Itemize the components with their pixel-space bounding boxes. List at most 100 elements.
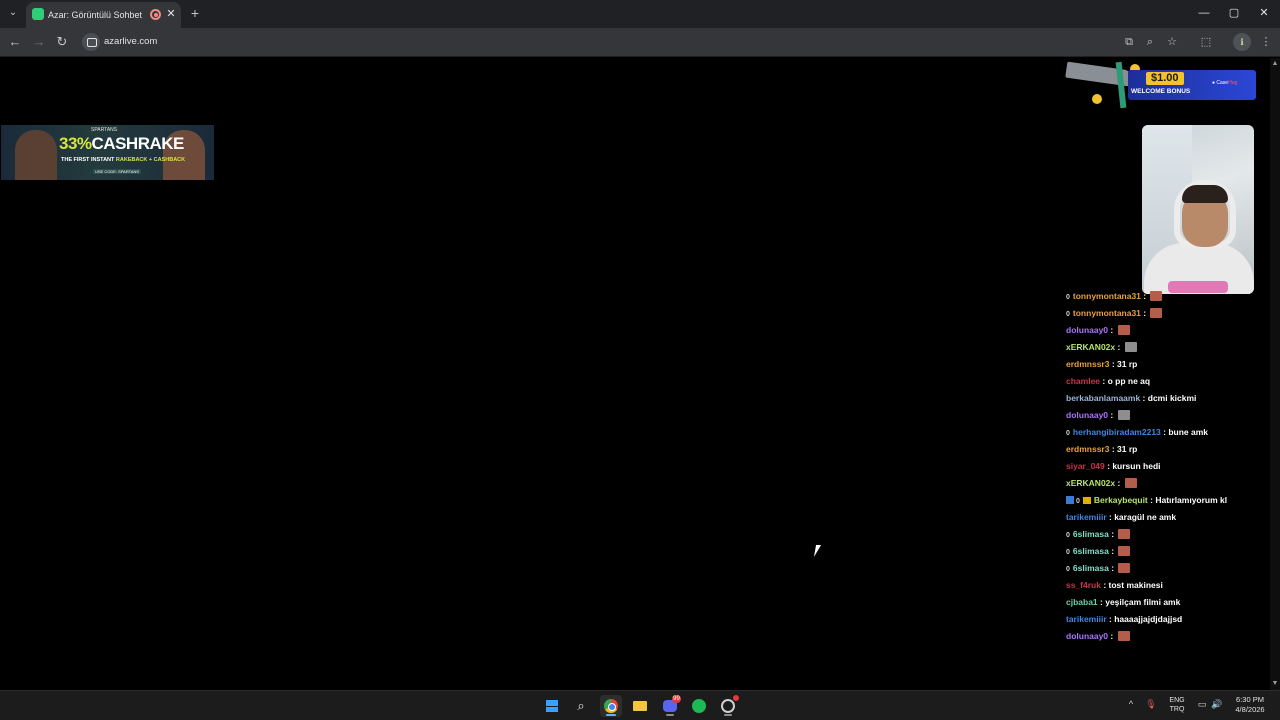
zoom-icon[interactable]: ⌕ [1143,35,1157,49]
maximize-button[interactable]: ▢ [1227,6,1241,20]
chat-overlay: 0 tonnymontana31 : 0 tonnymontana31 : dolu… [1066,290,1266,642]
chat-username[interactable]: 6slimasa [1073,546,1109,556]
tab-close-button[interactable]: ✕ [165,8,177,20]
chat-username[interactable]: ss_f4ruk [1066,580,1101,590]
fighter-left-image [15,130,57,180]
chat-username[interactable]: herhangibiradam2213 [1073,427,1161,437]
chat-username[interactable]: 6slimasa [1073,529,1109,539]
volume-icon[interactable]: 🔊 [1211,699,1223,710]
network-icon[interactable]: ▭ [1196,699,1208,710]
extensions-icon[interactable]: ⬚ [1199,35,1213,49]
tab-azar[interactable]: Azar: Görüntülü Sohbet & Y ✕ [26,2,181,28]
taskbar-discord[interactable]: 99 [659,695,681,717]
cashrake-ad-banner[interactable]: SPARTANS 33%CASHRAKE THE FIRST INSTANT R… [1,125,214,180]
taskbar-app[interactable] [717,695,739,717]
chat-text: 31 rp [1117,444,1138,454]
welcome-bonus-ad-banner[interactable]: $1.00 WELCOME BONUS ● CaseHug [1065,61,1258,110]
browser-menu-icon[interactable]: ⋮ [1259,35,1273,49]
chat-message: 0 6slimasa : [1066,528,1266,545]
chat-message: dolunaay0 : [1066,630,1266,642]
keyboard-layout: TRQ [1169,706,1185,713]
chat-emote-icon [1124,478,1137,488]
chat-badge: 0 [1066,294,1070,301]
chat-emote-icon [1117,325,1130,335]
system-clock[interactable]: 6:30 PM 4/8/2026 [1228,695,1272,715]
tab-list-button[interactable]: ⌄ [6,6,20,20]
start-button[interactable] [541,695,563,717]
chat-message: cjbaba1 : yeşilçam filmi amk [1066,596,1266,613]
chat-username[interactable]: Berkaybequit [1094,495,1148,505]
language-indicator[interactable]: ENG TRQ [1167,696,1187,714]
chat-separator: : [1108,410,1116,420]
chat-separator: : [1140,393,1148,403]
folder-icon [633,701,647,711]
chat-username[interactable]: dolunaay0 [1066,325,1108,335]
tab-title: Azar: Görüntülü Sohbet & Y [48,10,144,20]
new-tab-button[interactable]: + [188,6,202,20]
chat-username[interactable]: tonnymontana31 [1073,291,1141,301]
notification-dot [733,695,739,701]
chat-text: haaaajjajdjdajjsd [1114,614,1183,624]
reload-button[interactable]: ↻ [55,35,69,49]
chat-text: tost makinesi [1108,580,1163,590]
chat-username[interactable]: 6slimasa [1073,563,1109,573]
chat-separator: : [1108,529,1117,539]
search-icon: ⌕ [577,698,585,713]
bonus-panel: $1.00 WELCOME BONUS ● CaseHug [1128,70,1256,100]
taskbar-spotify[interactable] [688,695,710,717]
address-bar[interactable]: azarlive.com [104,35,157,49]
chat-username[interactable]: erdmnssr3 [1066,359,1109,369]
cast-icon[interactable]: ⧉ [1122,35,1136,49]
chat-message: xERKAN02x : [1066,477,1266,494]
chat-username[interactable]: dolunaay0 [1066,410,1108,420]
tab-bar: ⌄ Azar: Görüntülü Sohbet & Y ✕ + — ▢ ✕ [0,0,1280,28]
chat-message: 0 6slimasa : [1066,545,1266,562]
chat-message: 0 tonnymontana31 : [1066,290,1266,307]
chat-separator: : [1140,291,1149,301]
page-scrollbar[interactable]: ▲ ▼ [1270,58,1280,690]
profile-avatar[interactable]: ℹ [1233,33,1251,51]
chat-emote-icon [1118,546,1131,556]
chat-message: xERKAN02x : [1066,341,1266,358]
chat-separator: : [1108,631,1116,641]
chat-badge: 0 [1076,498,1080,505]
taskbar-chrome[interactable] [600,695,622,717]
chat-username[interactable]: xERKAN02x [1066,478,1115,488]
coin-icon [1092,94,1102,104]
chat-emote-icon [1150,308,1163,318]
casehug-prefix: ● Case [1212,80,1229,86]
chat-username[interactable]: dolunaay0 [1066,631,1108,641]
browser-toolbar: ← → ↻ azarlive.com ⧉ ⌕ ☆ ⬚ ℹ ⋮ [0,28,1280,57]
chat-separator: : [1140,308,1149,318]
chat-username[interactable]: tarikemiiir [1066,512,1107,522]
chat-emote-icon [1117,410,1130,420]
close-window-button[interactable]: ✕ [1257,6,1271,20]
app-icon [721,699,735,713]
bookmark-star-icon[interactable]: ☆ [1165,35,1179,49]
chat-username[interactable]: erdmnssr3 [1066,444,1109,454]
chat-username[interactable]: tonnymontana31 [1073,308,1141,318]
chat-username[interactable]: tarikemiiir [1066,614,1107,624]
chat-username[interactable]: xERKAN02x [1066,342,1115,352]
forward-button[interactable]: → [32,35,46,49]
chat-username[interactable]: siyar_049 [1066,461,1105,471]
chat-username[interactable]: berkabanlamaamk [1066,393,1140,403]
tray-chevron-icon[interactable]: ^ [1125,699,1137,709]
chat-username[interactable]: chamlee [1066,376,1100,386]
taskbar-file-explorer[interactable] [629,695,651,717]
webcam-feed [1142,125,1254,294]
casehug-logo: ● CaseHug [1212,80,1237,86]
back-button[interactable]: ← [8,35,22,49]
site-info-icon[interactable] [82,33,100,51]
chat-username[interactable]: cjbaba1 [1066,597,1098,607]
ad-headline-rest: CASHRAKE [91,134,185,153]
taskbar-search-button[interactable]: ⌕ [570,695,592,717]
scroll-up-arrow-icon[interactable]: ▲ [1271,60,1279,68]
scroll-down-arrow-icon[interactable]: ▼ [1271,680,1279,688]
azar-favicon-icon [32,8,44,20]
spotify-icon [692,699,706,713]
minimize-button[interactable]: — [1197,6,1211,20]
clock-time: 6:30 PM [1236,695,1264,704]
microphone-icon[interactable]: 🎙 [1145,699,1157,710]
chat-message: chamlee : o pp ne aq [1066,375,1266,392]
